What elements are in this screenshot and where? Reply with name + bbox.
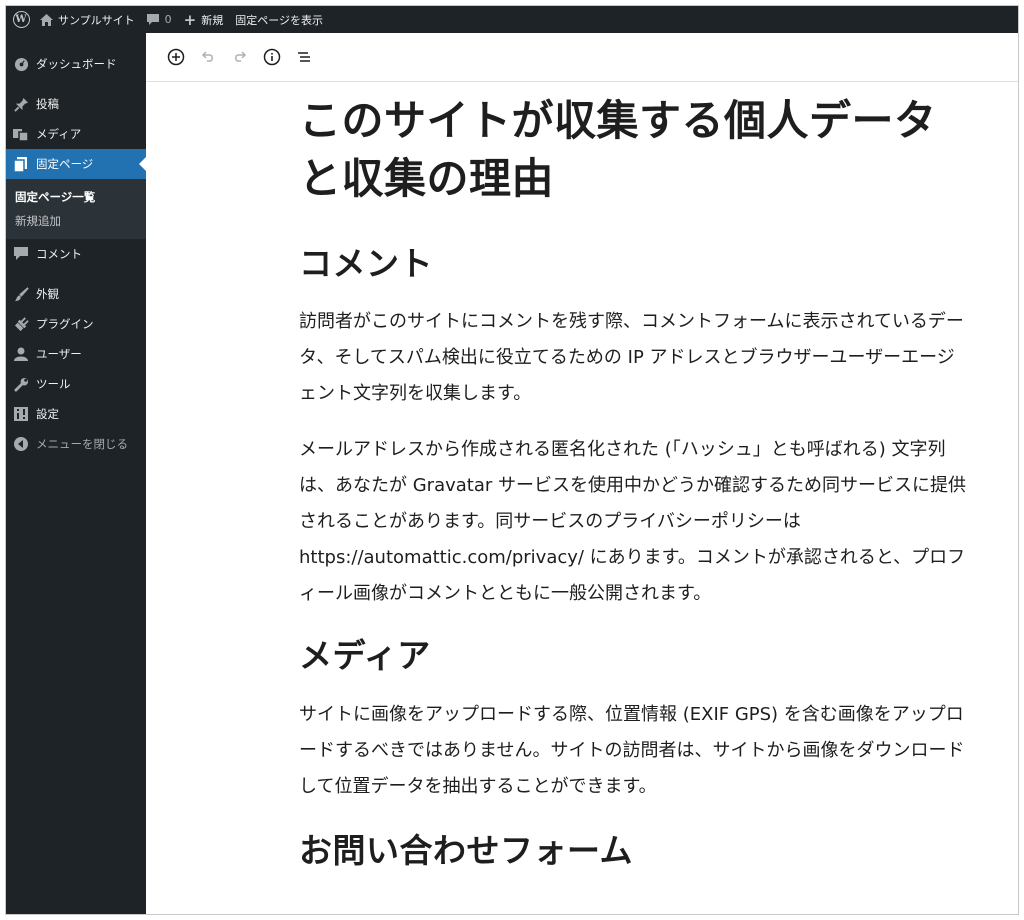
submenu-item-all-pages[interactable]: 固定ページ一覧 <box>6 185 146 209</box>
sidebar-item-label: ツール <box>36 377 71 391</box>
brush-icon <box>13 286 29 302</box>
site-name-link[interactable]: サンプルサイト <box>34 6 141 33</box>
paragraph-media-1[interactable]: サイトに画像をアップロードする際、位置情報 (EXIF GPS) を含む画像をア… <box>299 697 971 805</box>
sidebar-item-plugins[interactable]: プラグイン <box>6 309 146 339</box>
sidebar-item-users[interactable]: ユーザー <box>6 339 146 369</box>
new-content-link[interactable]: + 新規 <box>178 6 230 33</box>
redo-button[interactable] <box>224 41 256 73</box>
sidebar-item-label: メディア <box>36 127 82 141</box>
plus-icon: + <box>183 10 197 29</box>
page-icon <box>13 156 29 172</box>
sidebar-item-label: コメント <box>36 247 82 261</box>
pin-icon <box>13 96 29 112</box>
sidebar-item-dashboard[interactable]: ダッシュボード <box>6 49 146 79</box>
paragraph-comment-2[interactable]: メールアドレスから作成される匿名化された (「ハッシュ」とも呼ばれる) 文字列は… <box>299 432 971 612</box>
content-info-button[interactable] <box>256 41 288 73</box>
comments-link[interactable]: 0 <box>141 6 178 33</box>
sidebar-item-posts[interactable]: 投稿 <box>6 89 146 119</box>
redo-icon <box>235 51 247 62</box>
sidebar-item-label: メニューを閉じる <box>36 437 128 451</box>
site-name: サンプルサイト <box>58 13 135 27</box>
sidebar-item-label: ユーザー <box>36 347 82 361</box>
sidebar-item-settings[interactable]: 設定 <box>6 399 146 429</box>
info-icon <box>263 48 281 66</box>
media-icon <box>13 126 29 142</box>
sidebar-item-label: 投稿 <box>36 97 59 111</box>
view-page-label: 固定ページを表示 <box>235 13 324 27</box>
wordpress-logo-icon: W <box>12 11 30 28</box>
new-label: 新規 <box>201 13 224 27</box>
undo-button[interactable] <box>192 41 224 73</box>
heading-media[interactable]: メディア <box>299 634 971 678</box>
paragraph-comment-1[interactable]: 訪問者がこのサイトにコメントを残す際、コメントフォームに表示されているデータ、そ… <box>299 304 971 412</box>
screenshot-frame: W サンプルサイト 0 + 新規 固定ページを表示 ダッシュボード 投稿 メディ… <box>5 5 1019 915</box>
wordpress-logo-button[interactable]: W <box>8 6 34 33</box>
sidebar-item-pages[interactable]: 固定ページ <box>6 149 146 179</box>
outline-icon <box>298 52 310 62</box>
pages-submenu: 固定ページ一覧 新規追加 <box>6 179 146 239</box>
sidebar-item-tools[interactable]: ツール <box>6 369 146 399</box>
sidebar-item-label: ダッシュボード <box>36 57 117 71</box>
sidebar-item-label: プラグイン <box>36 317 94 331</box>
add-block-button[interactable] <box>160 41 192 73</box>
sidebar-item-label: 固定ページ <box>36 157 94 171</box>
view-page-link[interactable]: 固定ページを表示 <box>229 6 329 33</box>
sidebar-item-label: 設定 <box>36 407 59 421</box>
settings-icon <box>13 406 29 422</box>
submenu-item-add-new[interactable]: 新規追加 <box>6 209 146 233</box>
page-title[interactable]: このサイトが収集する個人データと収集の理由 <box>299 92 971 208</box>
undo-icon <box>201 51 213 62</box>
comment-count: 0 <box>164 13 172 26</box>
sidebar-item-media[interactable]: メディア <box>6 119 146 149</box>
sidebar-item-label: 外観 <box>36 287 59 301</box>
wrench-icon <box>13 376 29 392</box>
sidebar-item-collapse[interactable]: メニューを閉じる <box>6 429 146 459</box>
sidebar-item-appearance[interactable]: 外観 <box>6 279 146 309</box>
plugin-icon <box>13 316 29 332</box>
outline-button[interactable] <box>288 41 320 73</box>
editor-toolbar <box>146 33 1018 82</box>
heading-comment[interactable]: コメント <box>299 242 971 286</box>
home-icon <box>40 13 53 26</box>
sidebar-item-comments[interactable]: コメント <box>6 239 146 269</box>
admin-sidebar: ダッシュボード 投稿 メディア 固定ページ 固定ページ一覧 新規追加 コメント … <box>6 33 146 914</box>
comment-bubble-icon <box>146 13 159 26</box>
user-icon <box>13 346 29 362</box>
comment-icon <box>13 246 29 262</box>
admin-bar: W サンプルサイト 0 + 新規 固定ページを表示 <box>6 6 1018 33</box>
heading-contact-form[interactable]: お問い合わせフォーム <box>299 829 971 873</box>
dashboard-icon <box>13 56 29 72</box>
collapse-icon <box>13 436 29 452</box>
editor-content[interactable]: このサイトが収集する個人データと収集の理由 コメント 訪問者がこのサイトにコメン… <box>299 94 971 873</box>
add-block-icon <box>167 48 185 66</box>
